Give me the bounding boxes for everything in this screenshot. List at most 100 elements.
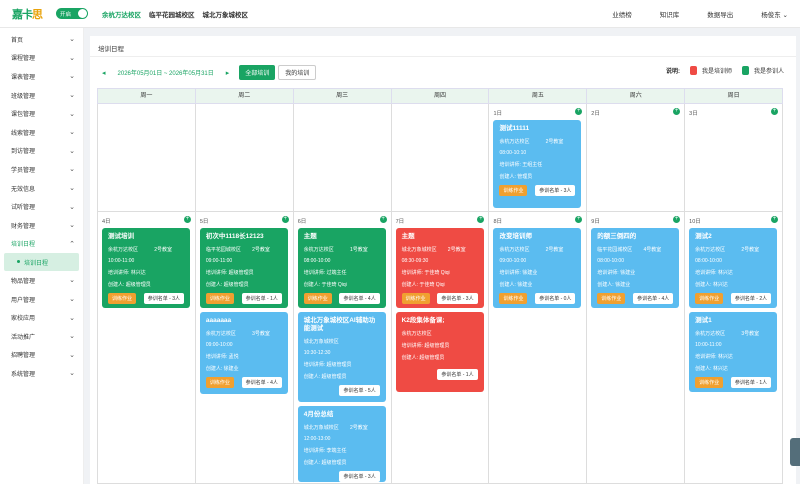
mode-toggle[interactable]: 开启	[56, 8, 88, 19]
sidebar-item-homeschool[interactable]: 家校应用 ⌄	[0, 308, 83, 327]
roster-button[interactable]: 参训名单 - 4人	[241, 377, 282, 388]
day-cell[interactable]: 1日 + 测试11111 余杭万达校区 2号教室 08:00-10:10 培训讲师…	[489, 104, 588, 212]
all-training-button[interactable]: 全部培训	[239, 65, 276, 80]
sidebar-item-system[interactable]: 系统管理 ⌄	[0, 364, 83, 383]
homework-button[interactable]: 训练作业	[205, 377, 234, 388]
day-cell[interactable]: 6日 + 主题 余杭万达校区 1号教室 08:00-10:00 培训讲师: 过端主…	[293, 212, 392, 484]
day-cell[interactable]: 5日 + 初次中1118长12123 临平花园城校区 2号教室 09:00-11:…	[195, 212, 294, 484]
sidebar-item-label: 活动推广	[11, 334, 36, 341]
homework-button[interactable]: 训练作业	[695, 293, 724, 304]
card-room: 2号教室	[741, 247, 760, 253]
day-cell[interactable]: 7日 + 主题 城北万象城校区 2号教室 08:30-09:30 培训讲师: 于佳…	[391, 212, 490, 484]
roster-button[interactable]: 参训名单 - 0人	[535, 293, 576, 304]
card-room: 2号教室	[154, 247, 172, 253]
sidebar-item-course[interactable]: 课程管理 ⌄	[0, 49, 83, 68]
add-icon[interactable]: +	[771, 216, 779, 223]
roster-button[interactable]: 参训名单 - 1人	[437, 369, 478, 380]
card-title: aaaaaaa	[205, 317, 232, 324]
day-cell[interactable]: 10日 + 测试2 余杭万达校区 2号教室 08:00-10:00 培训讲师: 林…	[685, 212, 784, 484]
homework-button[interactable]: 训练作业	[205, 293, 234, 304]
training-card[interactable]: aaaaaaa 余杭万达校区 3号教室 09:00-10:00 培训讲师: 孟悦 …	[199, 312, 288, 394]
sidebar-item-training[interactable]: 培训日程 ⌃	[0, 235, 83, 254]
add-icon[interactable]: +	[575, 216, 583, 223]
add-icon[interactable]: +	[575, 108, 583, 115]
homework-button[interactable]: 训练作业	[695, 377, 724, 388]
training-card[interactable]: 城北万象城校区AI辅助功能测试 城北万象城校区 10:30-12:30 培训讲师…	[297, 312, 386, 402]
training-card[interactable]: 初次中1118长12123 临平花园城校区 2号教室 09:00-11:00 培训…	[199, 228, 288, 308]
next-month-icon[interactable]: ▸	[226, 69, 230, 77]
homework-button[interactable]: 训练作业	[499, 293, 528, 304]
roster-button[interactable]: 参训名单 - 3人	[437, 293, 478, 304]
card-creator: 创建人: 超级管理员	[108, 282, 151, 288]
training-card[interactable]: 测试1 余杭万达校区 3号教室 10:00-11:00 培训讲师: 林兴达 创建人…	[689, 312, 778, 392]
homework-button[interactable]: 训练作业	[499, 185, 528, 196]
training-card[interactable]: 主题 余杭万达校区 1号教室 08:00-10:00 培训讲师: 过端主任 创建人…	[297, 228, 386, 308]
training-card[interactable]: 4月份总结 城北万象城校区 2号教室 12:00-13:00 培训讲师: 李端主任…	[297, 406, 386, 482]
roster-button[interactable]: 参训名单 - 2人	[730, 293, 772, 304]
roster-button[interactable]: 参训名单 - 3人	[143, 293, 184, 304]
day-cell[interactable]: 4日 + 测试培训 余杭万达校区 2号教室 10:00-11:00 培训讲师: 林…	[98, 212, 196, 484]
card-campus: 余杭万达校区	[499, 247, 530, 253]
homework-button[interactable]: 训练作业	[401, 293, 430, 304]
nav-leaderboard[interactable]: 业绩榜	[598, 9, 646, 19]
training-card[interactable]: K2段集体备课; 余杭万达校区 培训讲师: 超级管理员 创建人: 超级管理员 参…	[395, 312, 484, 392]
add-icon[interactable]: +	[771, 108, 779, 115]
training-card[interactable]: 测试培训 余杭万达校区 2号教室 10:00-11:00 培训讲师: 林兴达 创建…	[102, 228, 190, 308]
sidebar-item-leads[interactable]: 线索管理 ⌄	[0, 123, 83, 142]
add-icon[interactable]: +	[673, 216, 681, 223]
sidebar-item-class[interactable]: 班级管理 ⌄	[0, 86, 83, 105]
sidebar-item-users[interactable]: 用户管理 ⌄	[0, 290, 83, 309]
user-menu[interactable]: 杨俊东 ⌄	[747, 9, 788, 19]
roster-button[interactable]: 参训名单 - 4人	[339, 293, 380, 304]
add-icon[interactable]: +	[477, 216, 485, 223]
roster-button[interactable]: 参训名单 - 3人	[535, 185, 576, 196]
day-cell[interactable]: 3日 +	[685, 104, 784, 212]
app-logo[interactable]: 嘉卡思	[12, 6, 52, 22]
card-location: 余杭万达校区 2号教室	[499, 138, 575, 145]
sidebar-item-promo[interactable]: 活动推广 ⌄	[0, 327, 83, 346]
training-card[interactable]: 主题 城北万象城校区 2号教室 08:30-09:30 培训讲师: 于佳琦 Qiq…	[395, 228, 484, 308]
campus-tab-chengbei[interactable]: 城北万象城校区	[203, 9, 249, 19]
training-card[interactable]: 测试11111 余杭万达校区 2号教室 08:00-10:10 培训讲师: 王组主…	[493, 120, 582, 208]
day-cell[interactable]: 2日 +	[587, 104, 686, 212]
roster-button[interactable]: 参训名单 - 1人	[730, 377, 772, 388]
sidebar-subitem-training-schedule[interactable]: 培训日程	[4, 253, 79, 272]
roster-button[interactable]: 参训名单 - 3人	[339, 471, 380, 482]
training-card[interactable]: 改变培训师 余杭万达校区 2号教室 09:00-10:00 培训讲师: 徐建业 创…	[493, 228, 582, 308]
sidebar-item-finance[interactable]: 财务管理 ⌄	[0, 216, 83, 235]
sidebar-item-home[interactable]: 首页 ⌄	[0, 30, 83, 49]
sidebar-item-students[interactable]: 学员管理 ⌄	[0, 160, 83, 179]
card-creator: 创建人: 徐建业	[205, 366, 239, 372]
sidebar-item-recruit[interactable]: 招聘管理 ⌄	[0, 346, 83, 365]
day-cell[interactable]: 8日 + 改变培训师 余杭万达校区 2号教室 09:00-10:00 培训讲师: …	[489, 212, 588, 484]
homework-button[interactable]: 训练作业	[597, 293, 626, 304]
roster-button[interactable]: 参训名单 - 5人	[339, 385, 380, 396]
side-drawer-handle[interactable]	[790, 438, 800, 466]
nav-knowledge[interactable]: 知识库	[646, 9, 694, 19]
sidebar-item-visits[interactable]: 到访管理 ⌄	[0, 142, 83, 161]
campus-tab-yuhang[interactable]: 余杭万达校区	[102, 9, 141, 19]
roster-button[interactable]: 参训名单 - 1人	[241, 293, 282, 304]
roster-button[interactable]: 参训名单 - 4人	[633, 293, 674, 304]
training-card[interactable]: 测试2 余杭万达校区 2号教室 08:00-10:00 培训讲师: 林兴达 创建人…	[689, 228, 778, 308]
sidebar-item-schedule[interactable]: 课表管理 ⌄	[0, 67, 83, 86]
training-card[interactable]: 的额三倒四的 临平花园城校区 4号教室 08:00-10:00 培训讲师: 徐建业…	[591, 228, 680, 308]
day-cell[interactable]: 9日 + 的额三倒四的 临平花园城校区 4号教室 08:00-10:00 培训讲师…	[587, 212, 686, 484]
sidebar-item-package[interactable]: 课包管理 ⌄	[0, 104, 83, 123]
card-campus: 余杭万达校区	[695, 247, 726, 253]
homework-button[interactable]: 训练作业	[303, 293, 332, 304]
add-icon[interactable]: +	[379, 216, 387, 223]
add-icon[interactable]: +	[183, 216, 191, 223]
homework-button[interactable]: 训练作业	[108, 293, 137, 304]
nav-export[interactable]: 数据导出	[693, 9, 747, 19]
sidebar-item-invalid[interactable]: 无效信息 ⌄	[0, 179, 83, 198]
sidebar-item-goods[interactable]: 物品管理 ⌄	[0, 271, 83, 290]
sidebar-item-trial[interactable]: 试听管理 ⌄	[0, 197, 83, 216]
my-training-button[interactable]: 我的培训	[278, 65, 317, 80]
add-icon[interactable]: +	[673, 108, 681, 115]
add-icon[interactable]: +	[281, 216, 289, 223]
sidebar-item-label: 财务管理	[11, 223, 36, 230]
prev-month-icon[interactable]: ◂	[102, 69, 106, 77]
chevron-down-icon: ⌄	[69, 54, 75, 62]
campus-tab-linping[interactable]: 临平花园城校区	[149, 9, 195, 19]
